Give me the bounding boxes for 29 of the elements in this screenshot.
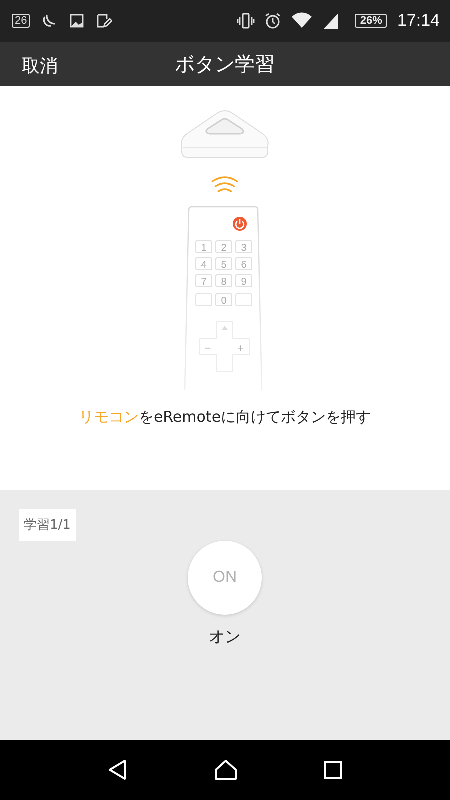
button-label: オン [209, 627, 241, 648]
battery-icon: 26% [355, 14, 388, 28]
signal-icon [323, 13, 340, 29]
note-edit-icon [96, 13, 112, 29]
clock-text: 17:14 [397, 11, 440, 31]
vibrate-icon [237, 13, 256, 29]
key-label: 0 [221, 296, 227, 307]
image-icon [70, 14, 84, 28]
key-label: 3 [241, 243, 247, 254]
home-icon[interactable] [214, 759, 238, 781]
plus-label: + [238, 343, 244, 355]
instruction-text: リモコンをeRemoteに向けてボタンを押す [78, 408, 372, 427]
key-label: 2 [221, 243, 227, 254]
key-label: 5 [221, 260, 227, 271]
cancel-button[interactable]: 取消 [16, 50, 64, 82]
page-title: ボタン学習 [175, 50, 275, 78]
progress-label: 学習1/1 [19, 509, 76, 541]
key-label: 6 [241, 260, 247, 271]
wifi-icon [291, 12, 314, 30]
recent-apps-icon[interactable] [322, 760, 343, 780]
key-label: 1 [201, 243, 207, 254]
key-label: 8 [221, 277, 227, 288]
key-label: 4 [201, 260, 207, 271]
key-label: 9 [241, 277, 247, 288]
notification-badge: 26 [12, 14, 30, 28]
alarm-icon [265, 13, 282, 29]
signal-waves-icon [212, 176, 238, 193]
minus-label: − [204, 343, 212, 355]
key-label: 7 [201, 277, 207, 288]
